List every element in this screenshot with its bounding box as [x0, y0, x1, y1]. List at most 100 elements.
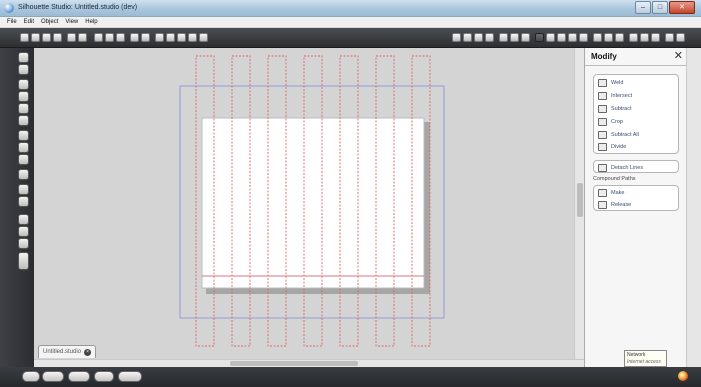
fit-page-icon[interactable] [199, 33, 208, 42]
weld-icon [598, 78, 607, 87]
title-bar: Silhouette Studio: Untitled.studio (dev)… [0, 0, 701, 17]
divide-button[interactable]: Divide [598, 141, 626, 152]
detach-lines-button[interactable]: Detach Lines [593, 160, 679, 173]
knife-tool-icon[interactable] [18, 196, 29, 207]
text-style-icon[interactable] [535, 33, 544, 42]
release-compound-button[interactable]: Release [598, 199, 631, 210]
select-tool-icon[interactable] [18, 52, 29, 63]
store-icon[interactable] [67, 33, 76, 42]
modify-panel-close-icon[interactable]: ✕ [674, 50, 683, 62]
zoom-tool-icon[interactable] [18, 214, 29, 225]
close-window-button[interactable]: ✕ [669, 1, 695, 14]
zoom-in-icon[interactable] [155, 33, 164, 42]
crop-button[interactable]: Crop [598, 116, 623, 127]
vertical-scroll-thumb[interactable] [577, 183, 583, 217]
window-controls: – □ ✕ [635, 1, 695, 14]
menu-view[interactable]: View [65, 19, 78, 25]
eraser-tool-icon[interactable] [18, 184, 29, 195]
layers-icon[interactable] [604, 33, 613, 42]
menu-bar: File Edit Object View Help [0, 17, 701, 28]
print-icon[interactable] [78, 33, 87, 42]
offset-icon[interactable] [579, 33, 588, 42]
rectangle-tool-icon[interactable] [18, 91, 29, 102]
line-color-icon[interactable] [521, 33, 530, 42]
fill-color-icon[interactable] [510, 33, 519, 42]
trace-icon[interactable] [593, 33, 602, 42]
rounded-rectangle-tool-icon[interactable] [18, 103, 29, 114]
cut-icon[interactable] [94, 33, 103, 42]
pan-icon[interactable] [188, 33, 197, 42]
menu-object[interactable]: Object [41, 19, 58, 25]
crop-icon [598, 117, 607, 126]
weld-button[interactable]: Weld [598, 77, 623, 88]
right-edge-strip [686, 48, 701, 367]
document-tab[interactable]: Untitled.studio × [38, 345, 97, 358]
paper-sheet [201, 117, 425, 289]
save-icon[interactable] [53, 33, 62, 42]
library-icon[interactable] [42, 33, 51, 42]
transform-icon[interactable] [546, 33, 555, 42]
new-file-icon[interactable] [20, 33, 29, 42]
shop-icon[interactable] [651, 33, 660, 42]
cutter-icon[interactable] [22, 371, 40, 382]
line-style-icon[interactable] [499, 33, 508, 42]
send-to-cutter-icon[interactable] [485, 33, 494, 42]
compound-paths-label: Compound Paths [593, 176, 636, 182]
boolean-ops-group: Weld Intersect Subtract Crop Subtract Al… [593, 74, 679, 154]
modify-icon[interactable] [568, 33, 577, 42]
tooltip-subtitle: Internet access [627, 359, 661, 365]
tab-close-icon[interactable]: × [84, 348, 92, 356]
zoom-fit-icon[interactable] [177, 33, 186, 42]
open-file-icon[interactable] [31, 33, 40, 42]
settings-icon[interactable] [640, 33, 649, 42]
hand-tool-icon[interactable] [18, 226, 29, 237]
page-setup-icon[interactable] [463, 33, 472, 42]
modify-panel-title: Modify [591, 52, 617, 61]
menu-edit[interactable]: Edit [24, 19, 34, 25]
help-icon[interactable] [676, 33, 685, 42]
app-icon [4, 3, 14, 13]
tray-network-icon[interactable] [677, 370, 689, 382]
polygon-tool-icon[interactable] [18, 130, 29, 141]
modify-panel: Modify ✕ Weld Intersect Subtract Crop Su… [584, 48, 687, 367]
redo-icon[interactable] [141, 33, 150, 42]
maximize-button[interactable]: □ [652, 1, 668, 14]
rotate-view-icon[interactable] [18, 238, 29, 249]
copy-icon[interactable] [105, 33, 114, 42]
paste-icon[interactable] [116, 33, 125, 42]
design-zoom-icon[interactable] [42, 371, 64, 382]
online-store-icon[interactable] [118, 371, 142, 382]
send-icon[interactable] [629, 33, 638, 42]
tooltip-title: Network [627, 352, 646, 358]
subtract-button[interactable]: Subtract [598, 103, 631, 114]
ellipse-tool-icon[interactable] [18, 115, 29, 126]
grid-toggle-icon[interactable] [94, 371, 114, 382]
line-tool-icon[interactable] [18, 79, 29, 90]
horizontal-scrollbar[interactable] [34, 359, 584, 367]
curve-tool-icon[interactable] [18, 142, 29, 153]
freehand-tool-icon[interactable] [18, 154, 29, 165]
horizontal-scroll-thumb[interactable] [230, 361, 358, 366]
zoom-out-icon[interactable] [166, 33, 175, 42]
library-panel-icon[interactable] [18, 252, 29, 270]
make-compound-button[interactable]: Make [598, 187, 624, 198]
library-toggle-icon[interactable] [68, 371, 90, 382]
cut-settings-icon[interactable] [474, 33, 483, 42]
edit-points-tool-icon[interactable] [18, 64, 29, 75]
detach-lines-item: Detach Lines [598, 162, 643, 173]
replicate-icon[interactable] [557, 33, 566, 42]
design-canvas[interactable] [34, 48, 574, 359]
canvas-artwork [179, 55, 445, 347]
intersect-button[interactable]: Intersect [598, 90, 632, 101]
fullscreen-icon[interactable] [665, 33, 674, 42]
subtract-all-button[interactable]: Subtract All [598, 129, 639, 140]
menu-help[interactable]: Help [85, 19, 97, 25]
text-tool-icon[interactable] [18, 169, 29, 180]
menu-file[interactable]: File [7, 19, 17, 25]
undo-icon[interactable] [130, 33, 139, 42]
vertical-scrollbar[interactable] [574, 48, 584, 359]
grid-icon[interactable] [452, 33, 461, 42]
detach-lines-icon [598, 163, 607, 172]
registration-icon[interactable] [615, 33, 624, 42]
minimize-button[interactable]: – [635, 1, 651, 14]
